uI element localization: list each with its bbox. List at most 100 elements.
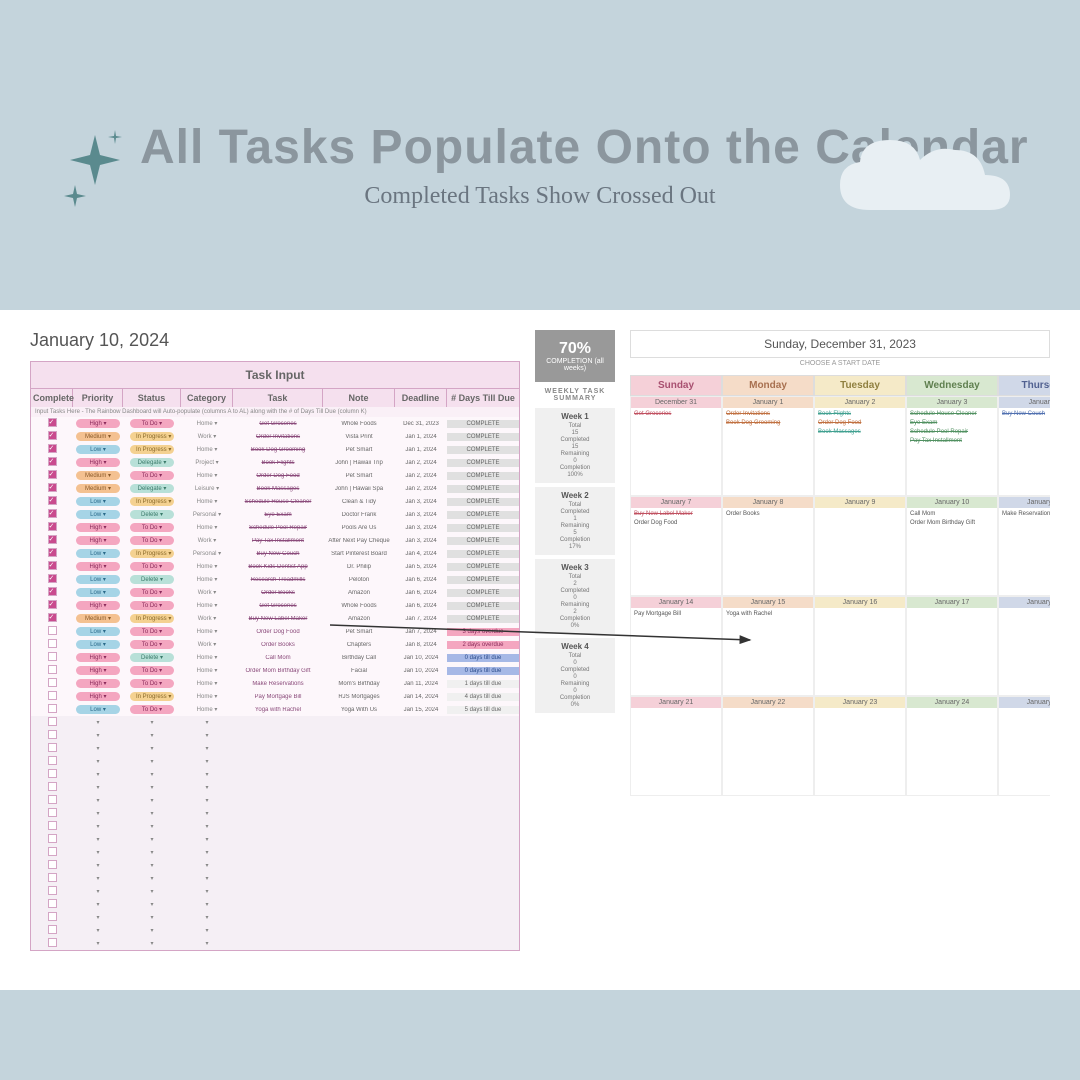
priority-pill[interactable]: Low ▾ bbox=[76, 627, 120, 636]
priority-pill[interactable]: Medium ▾ bbox=[76, 484, 120, 493]
category-cell[interactable]: Home ▾ bbox=[181, 524, 233, 531]
category-cell[interactable]: Home ▾ bbox=[181, 693, 233, 700]
calendar-event[interactable]: Order Mom Birthday Gift bbox=[907, 519, 997, 527]
task-name[interactable]: Get Groceries bbox=[233, 421, 323, 427]
calendar-event[interactable]: Order Invitations bbox=[723, 410, 813, 418]
status-dropdown[interactable]: ▾ bbox=[123, 823, 181, 830]
status-dropdown[interactable]: ▾ bbox=[123, 784, 181, 791]
category-dropdown[interactable]: ▾ bbox=[181, 888, 233, 895]
deadline-cell[interactable]: Jan 1, 2024 bbox=[395, 434, 447, 440]
calendar-cell[interactable]: January 25 bbox=[998, 696, 1050, 796]
complete-checkbox[interactable] bbox=[48, 535, 57, 544]
note-cell[interactable]: Chapters bbox=[323, 642, 395, 648]
complete-checkbox[interactable] bbox=[48, 418, 57, 427]
status-dropdown[interactable]: ▾ bbox=[123, 745, 181, 752]
note-cell[interactable]: Mom's Birthday bbox=[323, 681, 395, 687]
status-pill[interactable]: To Do ▾ bbox=[130, 562, 174, 571]
complete-checkbox[interactable] bbox=[48, 925, 57, 934]
priority-pill[interactable]: High ▾ bbox=[76, 692, 120, 701]
note-cell[interactable]: Dr. Philip bbox=[323, 564, 395, 570]
complete-checkbox[interactable] bbox=[48, 795, 57, 804]
priority-pill[interactable]: High ▾ bbox=[76, 419, 120, 428]
complete-checkbox[interactable] bbox=[48, 704, 57, 713]
complete-checkbox[interactable] bbox=[48, 431, 57, 440]
calendar-event[interactable]: Book Flights bbox=[815, 410, 905, 418]
complete-checkbox[interactable] bbox=[48, 912, 57, 921]
task-name[interactable]: Buy New Label Maker bbox=[233, 616, 323, 622]
empty-task-row[interactable]: ▾ ▾ ▾ bbox=[31, 872, 519, 885]
status-pill[interactable]: To Do ▾ bbox=[130, 536, 174, 545]
note-cell[interactable]: Birthday Call bbox=[323, 655, 395, 661]
task-row[interactable]: Low ▾ In Progress ▾ Home ▾ Book Dog Groo… bbox=[31, 443, 519, 456]
task-row[interactable]: Low ▾ Delete ▾ Personal ▾ Eye Exam Docto… bbox=[31, 508, 519, 521]
task-row[interactable]: Low ▾ To Do ▾ Home ▾ Order Dog Food Pet … bbox=[31, 625, 519, 638]
priority-dropdown[interactable]: ▾ bbox=[73, 719, 123, 726]
priority-pill[interactable]: High ▾ bbox=[76, 601, 120, 610]
task-name[interactable]: Book Kids Dentist App bbox=[233, 564, 323, 570]
status-pill[interactable]: Delegate ▾ bbox=[130, 484, 174, 493]
complete-checkbox[interactable] bbox=[48, 756, 57, 765]
category-dropdown[interactable]: ▾ bbox=[181, 901, 233, 908]
task-name[interactable]: Order Dog Food bbox=[233, 473, 323, 479]
priority-pill[interactable]: Medium ▾ bbox=[76, 471, 120, 480]
complete-checkbox[interactable] bbox=[48, 808, 57, 817]
note-cell[interactable]: Facial bbox=[323, 668, 395, 674]
status-pill[interactable]: To Do ▾ bbox=[130, 523, 174, 532]
calendar-cell[interactable]: January 24 bbox=[906, 696, 998, 796]
calendar-cell[interactable]: January 9 bbox=[814, 496, 906, 596]
deadline-cell[interactable]: Jan 5, 2024 bbox=[395, 564, 447, 570]
category-dropdown[interactable]: ▾ bbox=[181, 875, 233, 882]
status-dropdown[interactable]: ▾ bbox=[123, 875, 181, 882]
calendar-cell[interactable]: January 8Order Books bbox=[722, 496, 814, 596]
calendar-event[interactable]: Pay Tax Installment bbox=[907, 437, 997, 445]
task-name[interactable]: Book Dog Grooming bbox=[233, 447, 323, 453]
task-name[interactable]: Order Books bbox=[233, 642, 323, 648]
empty-task-row[interactable]: ▾ ▾ ▾ bbox=[31, 898, 519, 911]
task-name[interactable]: Order Dog Food bbox=[233, 629, 323, 635]
empty-task-row[interactable]: ▾ ▾ ▾ bbox=[31, 885, 519, 898]
category-dropdown[interactable]: ▾ bbox=[181, 797, 233, 804]
task-name[interactable]: Pay Mortgage Bill bbox=[233, 694, 323, 700]
calendar-cell[interactable]: January 14Pay Mortgage Bill bbox=[630, 596, 722, 696]
calendar-event[interactable]: Order Books bbox=[723, 510, 813, 518]
note-cell[interactable]: Whole Foods bbox=[323, 421, 395, 427]
complete-checkbox[interactable] bbox=[48, 860, 57, 869]
priority-dropdown[interactable]: ▾ bbox=[73, 732, 123, 739]
note-cell[interactable]: After Next Pay Cheque bbox=[323, 538, 395, 544]
category-dropdown[interactable]: ▾ bbox=[181, 862, 233, 869]
deadline-cell[interactable]: Jan 1, 2024 bbox=[395, 447, 447, 453]
calendar-event[interactable]: Call Mom bbox=[907, 510, 997, 518]
priority-pill[interactable]: High ▾ bbox=[76, 666, 120, 675]
priority-pill[interactable]: Medium ▾ bbox=[76, 432, 120, 441]
calendar-cell[interactable]: January 1Order InvitationsBook Dog Groom… bbox=[722, 396, 814, 496]
deadline-cell[interactable]: Jan 3, 2024 bbox=[395, 538, 447, 544]
category-cell[interactable]: Home ▾ bbox=[181, 602, 233, 609]
task-row[interactable]: High ▾ Delete ▾ Home ▾ Call Mom Birthday… bbox=[31, 651, 519, 664]
task-row[interactable]: Medium ▾ To Do ▾ Home ▾ Order Dog Food P… bbox=[31, 469, 519, 482]
calendar-event[interactable]: Get Groceries bbox=[631, 410, 721, 418]
status-pill[interactable]: To Do ▾ bbox=[130, 666, 174, 675]
deadline-cell[interactable]: Jan 2, 2024 bbox=[395, 486, 447, 492]
note-cell[interactable]: Amazon bbox=[323, 616, 395, 622]
deadline-cell[interactable]: Jan 3, 2024 bbox=[395, 499, 447, 505]
note-cell[interactable]: Whole Foods bbox=[323, 603, 395, 609]
complete-checkbox[interactable] bbox=[48, 652, 57, 661]
category-cell[interactable]: Work ▾ bbox=[181, 641, 233, 648]
status-dropdown[interactable]: ▾ bbox=[123, 888, 181, 895]
calendar-event[interactable]: Order Dog Food bbox=[815, 419, 905, 427]
priority-dropdown[interactable]: ▾ bbox=[73, 784, 123, 791]
complete-checkbox[interactable] bbox=[48, 678, 57, 687]
task-row[interactable]: High ▾ To Do ▾ Home ▾ Book Kids Dentist … bbox=[31, 560, 519, 573]
task-row[interactable]: Low ▾ To Do ▾ Home ▾ Yoga with Rachel Yo… bbox=[31, 703, 519, 716]
priority-dropdown[interactable]: ▾ bbox=[73, 927, 123, 934]
category-cell[interactable]: Home ▾ bbox=[181, 446, 233, 453]
category-cell[interactable]: Home ▾ bbox=[181, 563, 233, 570]
empty-task-row[interactable]: ▾ ▾ ▾ bbox=[31, 807, 519, 820]
complete-checkbox[interactable] bbox=[48, 743, 57, 752]
calendar-cell[interactable]: January 16 bbox=[814, 596, 906, 696]
status-pill[interactable]: To Do ▾ bbox=[130, 588, 174, 597]
priority-pill[interactable]: Low ▾ bbox=[76, 497, 120, 506]
status-dropdown[interactable]: ▾ bbox=[123, 836, 181, 843]
note-cell[interactable]: Yoga With Us bbox=[323, 707, 395, 713]
status-dropdown[interactable]: ▾ bbox=[123, 940, 181, 947]
